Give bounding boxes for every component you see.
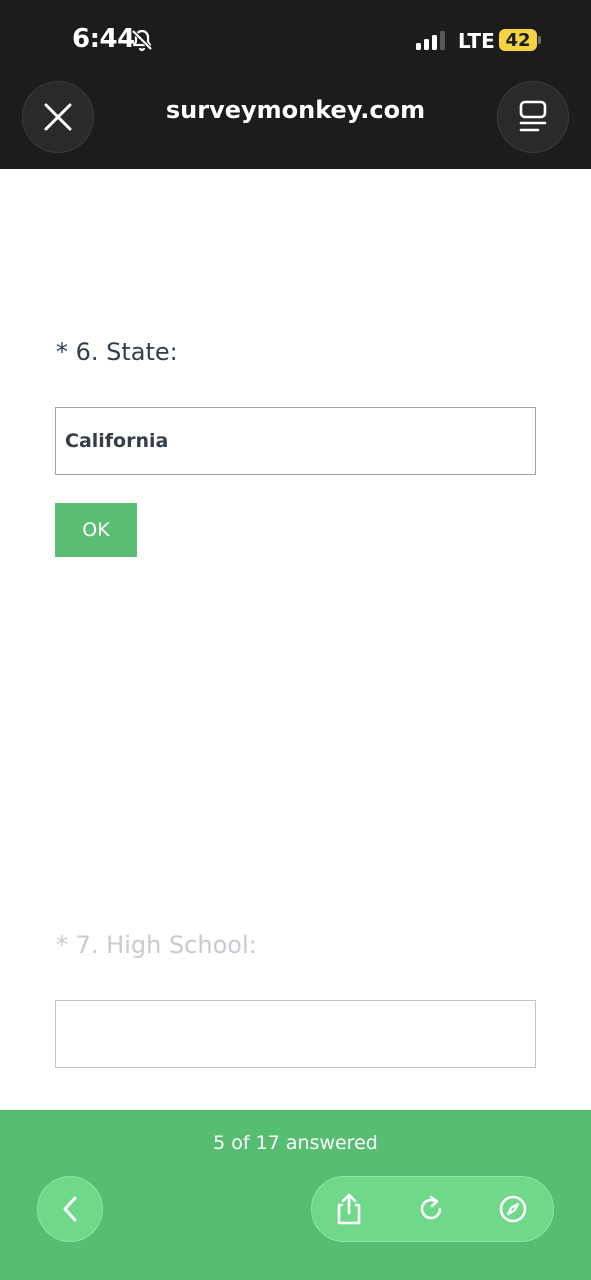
bell-muted-icon <box>131 29 153 52</box>
high-school-input[interactable] <box>55 1000 536 1068</box>
reload-icon <box>420 1195 442 1220</box>
ok-button[interactable]: OK <box>55 503 137 557</box>
battery-indicator: 42 <box>499 29 537 51</box>
signal-icon <box>416 31 445 50</box>
question-7-label: * 7. High School: <box>56 931 257 959</box>
state-input[interactable] <box>55 407 536 475</box>
network-label: LTE <box>458 29 495 53</box>
compass-button[interactable] <box>496 1192 530 1226</box>
battery-nub <box>538 36 541 44</box>
share-button[interactable] <box>332 1192 366 1226</box>
battery-level: 42 <box>505 29 531 51</box>
chevron-left-icon <box>63 1196 77 1222</box>
reload-button[interactable] <box>414 1192 448 1226</box>
reader-button[interactable] <box>497 81 569 153</box>
question-6-label: * 6. State: <box>56 338 178 366</box>
share-icon <box>337 1193 361 1225</box>
status-time: 6:44 <box>72 24 135 54</box>
reader-icon <box>519 100 547 132</box>
back-button[interactable] <box>37 1176 103 1242</box>
progress-text: 5 of 17 answered <box>213 1132 378 1154</box>
compass-icon <box>499 1195 527 1223</box>
